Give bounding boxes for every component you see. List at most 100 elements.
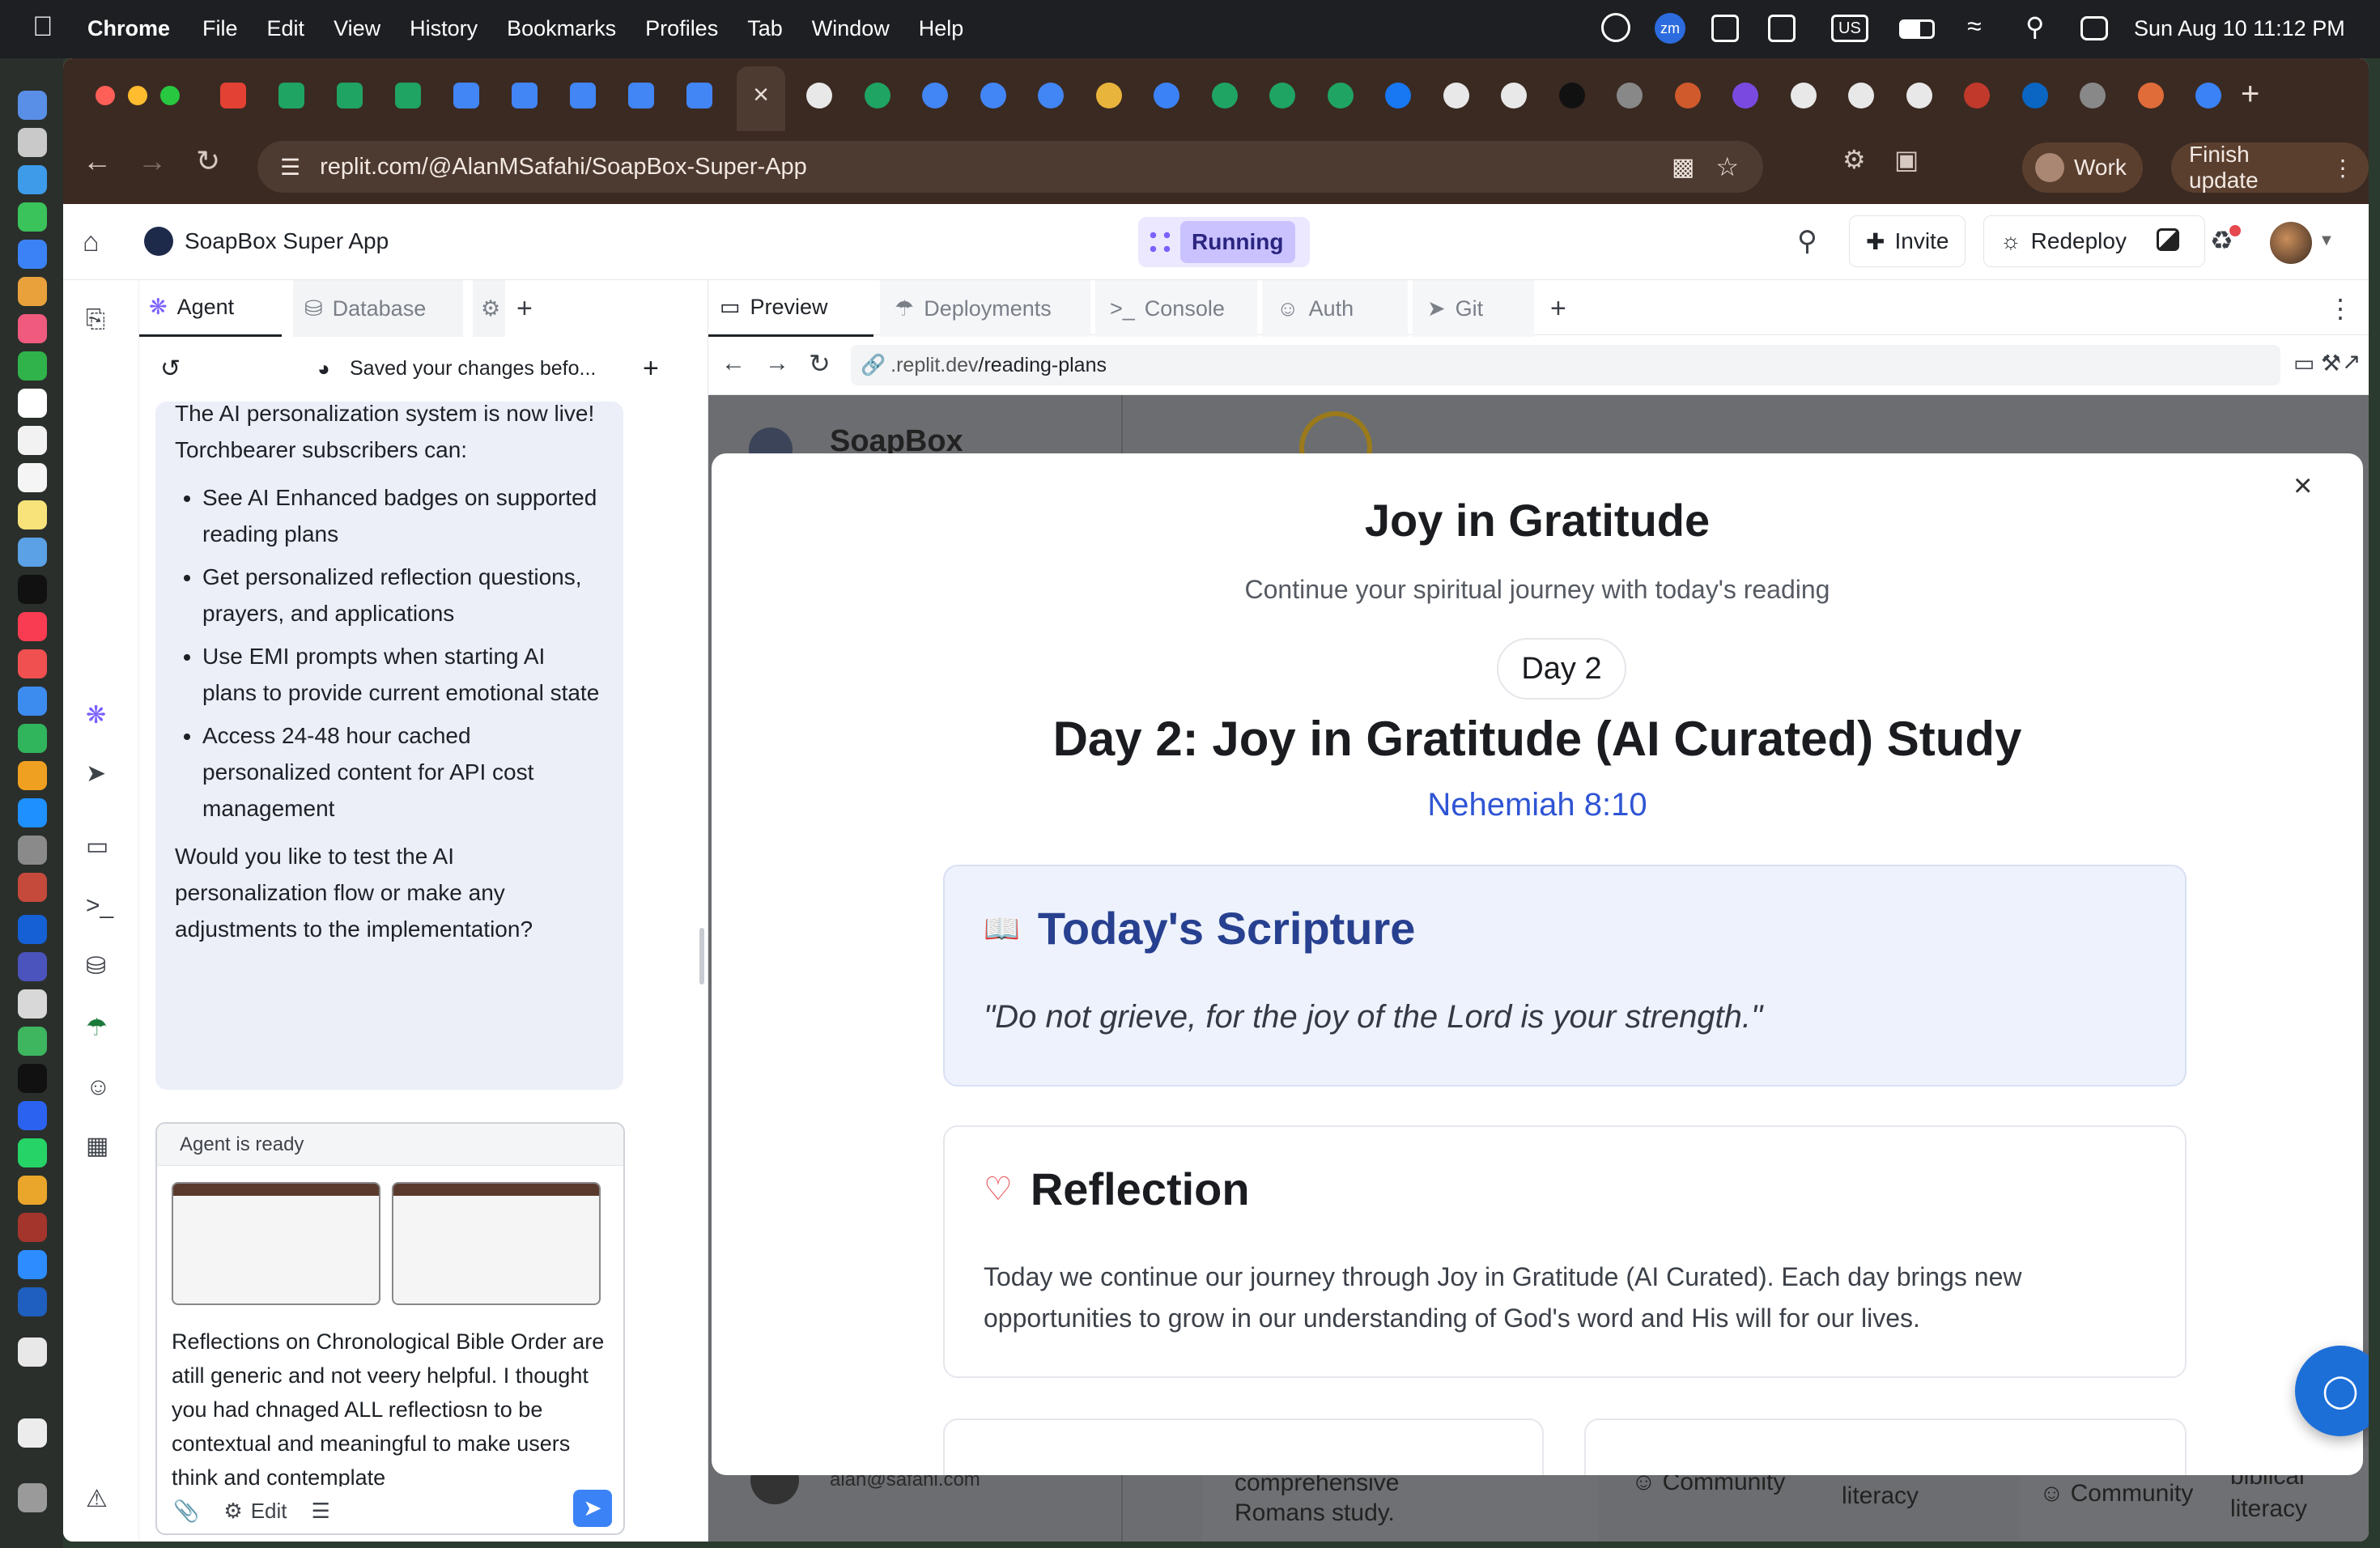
forward-icon[interactable]: → — [138, 144, 167, 178]
console-tool-icon[interactable]: >_ — [86, 892, 113, 920]
terminal-icon[interactable] — [18, 1064, 47, 1093]
menu-edit[interactable]: Edit — [267, 16, 305, 41]
omnibox-url[interactable]: replit.com/@AlanMSafahi/SoapBox-Super-Ap… — [320, 154, 807, 181]
select-element-icon[interactable]: ⎘ — [86, 306, 105, 334]
tab-favicon[interactable] — [2080, 83, 2106, 108]
tab-favicon[interactable] — [628, 83, 654, 108]
menu-file[interactable]: File — [202, 16, 238, 41]
tab-favicon[interactable] — [980, 83, 1006, 108]
user-avatar[interactable] — [2270, 222, 2312, 264]
deploy-status-icon[interactable] — [2157, 228, 2179, 251]
zoom-icon[interactable] — [18, 1250, 47, 1279]
minimize-window-button[interactable] — [128, 86, 147, 105]
photos-icon[interactable] — [18, 314, 47, 343]
tab-favicon[interactable] — [512, 83, 538, 108]
menu-window[interactable]: Window — [812, 16, 890, 41]
edit-button[interactable]: ⚙ Edit — [223, 1499, 287, 1524]
battery-icon[interactable] — [1899, 19, 1935, 39]
deployments-tool-icon[interactable]: ☂ — [86, 1014, 108, 1042]
preview-url-field[interactable]: 🔗 .replit.dev /reading-plans — [851, 345, 2280, 385]
tab-favicon[interactable] — [1558, 83, 1585, 108]
input-source-indicator[interactable]: US — [1831, 15, 1868, 42]
tab-favicon[interactable] — [1211, 83, 1238, 108]
tab-favicon[interactable] — [453, 83, 479, 108]
tab-favicon[interactable] — [2137, 83, 2164, 108]
dock-app-icon-2[interactable] — [18, 989, 47, 1019]
preview-reload-icon[interactable]: ↻ — [809, 348, 831, 379]
music-icon[interactable] — [18, 612, 47, 641]
preview-forward-icon[interactable]: → — [765, 350, 789, 377]
avatar-chevron-down-icon[interactable]: ▼ — [2318, 232, 2335, 250]
add-tab-button[interactable]: + — [516, 280, 533, 337]
settings-sliders-icon[interactable]: ☰ — [312, 1499, 330, 1524]
tab-favicon[interactable] — [1443, 83, 1469, 108]
extensions-icon[interactable]: ⚙ — [1842, 144, 1866, 175]
messages-icon[interactable] — [18, 202, 47, 232]
database-tool-icon[interactable]: ⛁ — [86, 952, 106, 980]
alerts-icon[interactable]: ⚠ — [86, 1485, 108, 1513]
app-store-icon[interactable] — [18, 798, 47, 827]
tab-favicon[interactable] — [1732, 83, 1758, 108]
dock-app-icon-5[interactable] — [18, 1287, 47, 1316]
reload-icon[interactable]: ↻ — [196, 144, 220, 178]
zoom-window-button[interactable] — [160, 86, 180, 105]
close-tab-icon[interactable]: × — [737, 79, 785, 111]
menubar-clock[interactable]: Sun Aug 10 11:12 PM — [2134, 16, 2345, 41]
dock-app-icon[interactable] — [18, 873, 47, 902]
new-tab-button[interactable]: + — [2241, 76, 2259, 113]
tab-favicon[interactable] — [1964, 83, 1990, 108]
chrome-icon[interactable] — [18, 1176, 47, 1205]
tab-agent[interactable]: ❋ Agent — [139, 280, 282, 337]
outlook-icon[interactable] — [18, 915, 47, 944]
search-icon[interactable]: ⚲ — [1797, 225, 1817, 257]
open-new-tab-icon[interactable]: ↗ — [2342, 348, 2361, 375]
whatsapp-icon[interactable] — [18, 1138, 47, 1167]
news-icon[interactable] — [18, 649, 47, 678]
wifi-icon[interactable]: ≈ — [1967, 11, 1982, 41]
tab-favicon[interactable] — [278, 83, 304, 108]
finish-update-button[interactable]: Finish update ⋮ — [2171, 142, 2369, 193]
status-icon-2[interactable] — [1711, 15, 1739, 42]
history-icon[interactable]: ↺ — [160, 355, 181, 383]
tab-search-icon[interactable]: ▣ — [1894, 144, 1919, 175]
tab-favicon[interactable] — [1269, 83, 1295, 108]
teams-status-icon[interactable] — [1768, 15, 1796, 42]
spotlight-icon[interactable]: ⚲ — [2025, 11, 2044, 42]
contacts-icon[interactable] — [18, 426, 47, 455]
tab-auth[interactable]: ☺ Auth — [1262, 280, 1408, 337]
tab-favicon[interactable] — [1327, 83, 1354, 108]
launchpad-icon[interactable] — [18, 128, 47, 157]
tab-console[interactable]: >_ Console — [1095, 280, 1257, 337]
dictionary-icon[interactable] — [18, 1213, 47, 1242]
scripture-reference[interactable]: Nehemiah 8:10 — [712, 787, 2363, 823]
control-center-icon[interactable] — [2080, 16, 2108, 40]
menu-tab[interactable]: Tab — [747, 16, 783, 41]
finder-icon[interactable] — [18, 91, 47, 120]
project-name[interactable]: SoapBox Super App — [185, 228, 389, 254]
tab-favicon[interactable] — [864, 83, 890, 108]
tab-favicon[interactable] — [1848, 83, 1874, 108]
back-icon[interactable]: ← — [83, 144, 112, 178]
freeform-icon[interactable] — [18, 538, 47, 567]
calendar-icon[interactable] — [18, 389, 47, 418]
pane-resize-handle[interactable] — [699, 928, 704, 985]
dock-app-icon-3[interactable] — [18, 1027, 47, 1056]
checkpoint-text[interactable]: Saved your changes befo... — [350, 357, 596, 381]
invite-button[interactable]: ✚ Invite — [1849, 215, 1966, 267]
menu-bookmarks[interactable]: Bookmarks — [507, 16, 616, 41]
tab-deployments[interactable]: ☂ Deployments — [880, 280, 1090, 337]
maps-icon[interactable] — [18, 277, 47, 306]
tab-favicon[interactable] — [806, 83, 832, 108]
tab-favicon[interactable] — [1154, 83, 1179, 108]
preview-back-icon[interactable]: ← — [721, 350, 746, 377]
tab-favicon[interactable] — [686, 83, 712, 108]
tab-favicon[interactable] — [1095, 83, 1122, 108]
attach-icon[interactable]: 📎 — [173, 1499, 199, 1524]
tab-overflow[interactable]: ⚙ — [473, 280, 505, 337]
reminders-icon[interactable] — [18, 463, 47, 492]
tab-favicon[interactable] — [1501, 83, 1527, 108]
tab-favicon[interactable] — [1674, 83, 1701, 108]
menu-history[interactable]: History — [410, 16, 478, 41]
agent-message-input[interactable]: Reflections on Chronological Bible Order… — [172, 1325, 609, 1486]
attachment-thumbnail[interactable] — [392, 1182, 601, 1305]
